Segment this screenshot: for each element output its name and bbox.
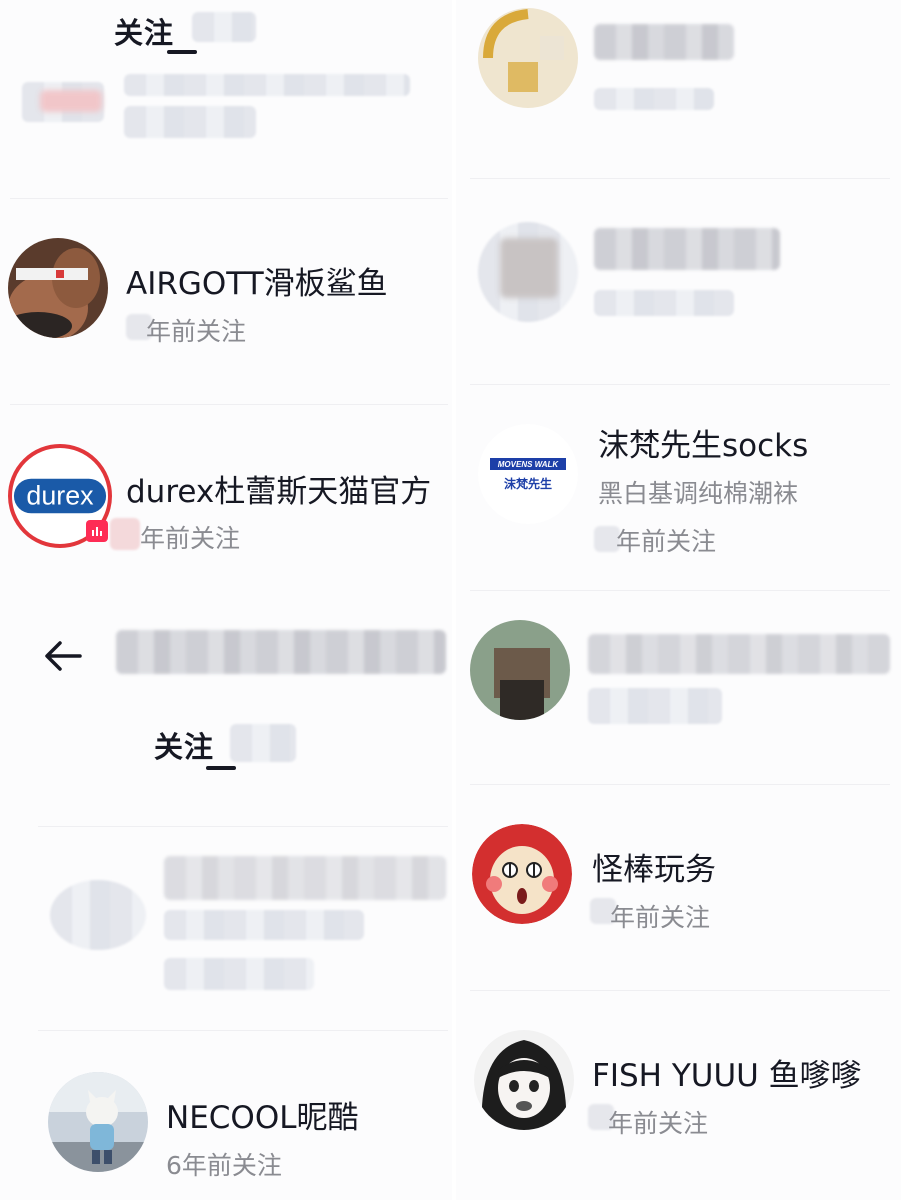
following-tab[interactable]: 关注 <box>114 10 174 52</box>
row-divider <box>10 404 448 405</box>
user-follow-time-airgott: 年前关注 <box>146 317 247 346</box>
row-divider <box>10 198 448 199</box>
redacted-subtitle <box>164 958 314 990</box>
user-name-fishyuuu: FISH YUUU 鱼嗲嗲 <box>592 1058 862 1094</box>
redacted-avatar-tint <box>500 238 558 298</box>
redacted-subtitle <box>594 290 734 316</box>
user-follow-time-fishyuuu: 年前关注 <box>608 1109 709 1138</box>
following-tab-indicator <box>206 766 236 770</box>
redacted-subtitle <box>124 106 256 138</box>
redacted-name <box>594 228 780 270</box>
left-screenshot-panel <box>0 0 452 1200</box>
redacted-count <box>230 724 296 762</box>
redacted-name <box>164 856 446 900</box>
user-avatar-movens[interactable]: MOVENS WALK 沫梵先生 <box>478 424 578 524</box>
row-divider <box>38 1030 448 1031</box>
redacted-avatar <box>50 880 146 950</box>
row-divider <box>470 784 890 785</box>
live-badge-icon <box>86 520 108 542</box>
user-avatar-airgott[interactable] <box>8 238 108 338</box>
row-divider <box>470 590 890 591</box>
redacted-description <box>164 910 364 940</box>
redacted-subtitle <box>594 88 714 110</box>
back-arrow-icon[interactable] <box>40 634 84 678</box>
user-avatar-necool[interactable] <box>48 1072 148 1172</box>
row-divider <box>470 990 890 991</box>
user-follow-time-durex: 年前关注 <box>140 524 241 553</box>
redacted-year <box>110 518 140 550</box>
user-name-necool: NECOOL昵酷 <box>166 1100 359 1136</box>
redacted-name <box>594 24 734 60</box>
redacted-avatar <box>470 620 570 720</box>
user-follow-time-movens: 年前关注 <box>616 527 717 556</box>
redacted-name <box>124 74 410 96</box>
durex-logo-text: durex <box>26 481 94 511</box>
row-divider <box>38 826 448 827</box>
user-avatar-guaibang[interactable] <box>472 824 572 924</box>
redacted-avatar <box>478 8 578 108</box>
user-description-movens: 黑白基调纯棉潮袜 <box>598 479 799 508</box>
user-name-guaibang: 怪棒玩务 <box>592 852 716 888</box>
row-divider <box>470 384 890 385</box>
redacted-name <box>588 634 890 674</box>
following-tab-indicator <box>167 50 197 54</box>
redacted-subtitle <box>588 688 722 724</box>
movens-logo-text: MOVENS WALK <box>498 460 560 469</box>
user-follow-time-necool: 6年前关注 <box>166 1151 282 1180</box>
row-divider <box>470 178 890 179</box>
user-name-airgott: AIRGOTT滑板鲨鱼 <box>126 266 388 302</box>
user-name-movens: 沫梵先生socks <box>598 428 809 464</box>
following-tab[interactable]: 关注 <box>154 724 214 766</box>
user-name-durex: durex杜蕾斯天猫官方 <box>126 474 432 510</box>
movens-logo-subtext: 沫梵先生 <box>504 476 552 491</box>
redacted-header-title <box>116 630 446 674</box>
redacted-count <box>192 12 256 42</box>
user-avatar-fishyuuu[interactable] <box>474 1030 574 1130</box>
user-follow-time-guaibang: 年前关注 <box>610 903 711 932</box>
redacted-avatar-tint <box>40 90 102 112</box>
